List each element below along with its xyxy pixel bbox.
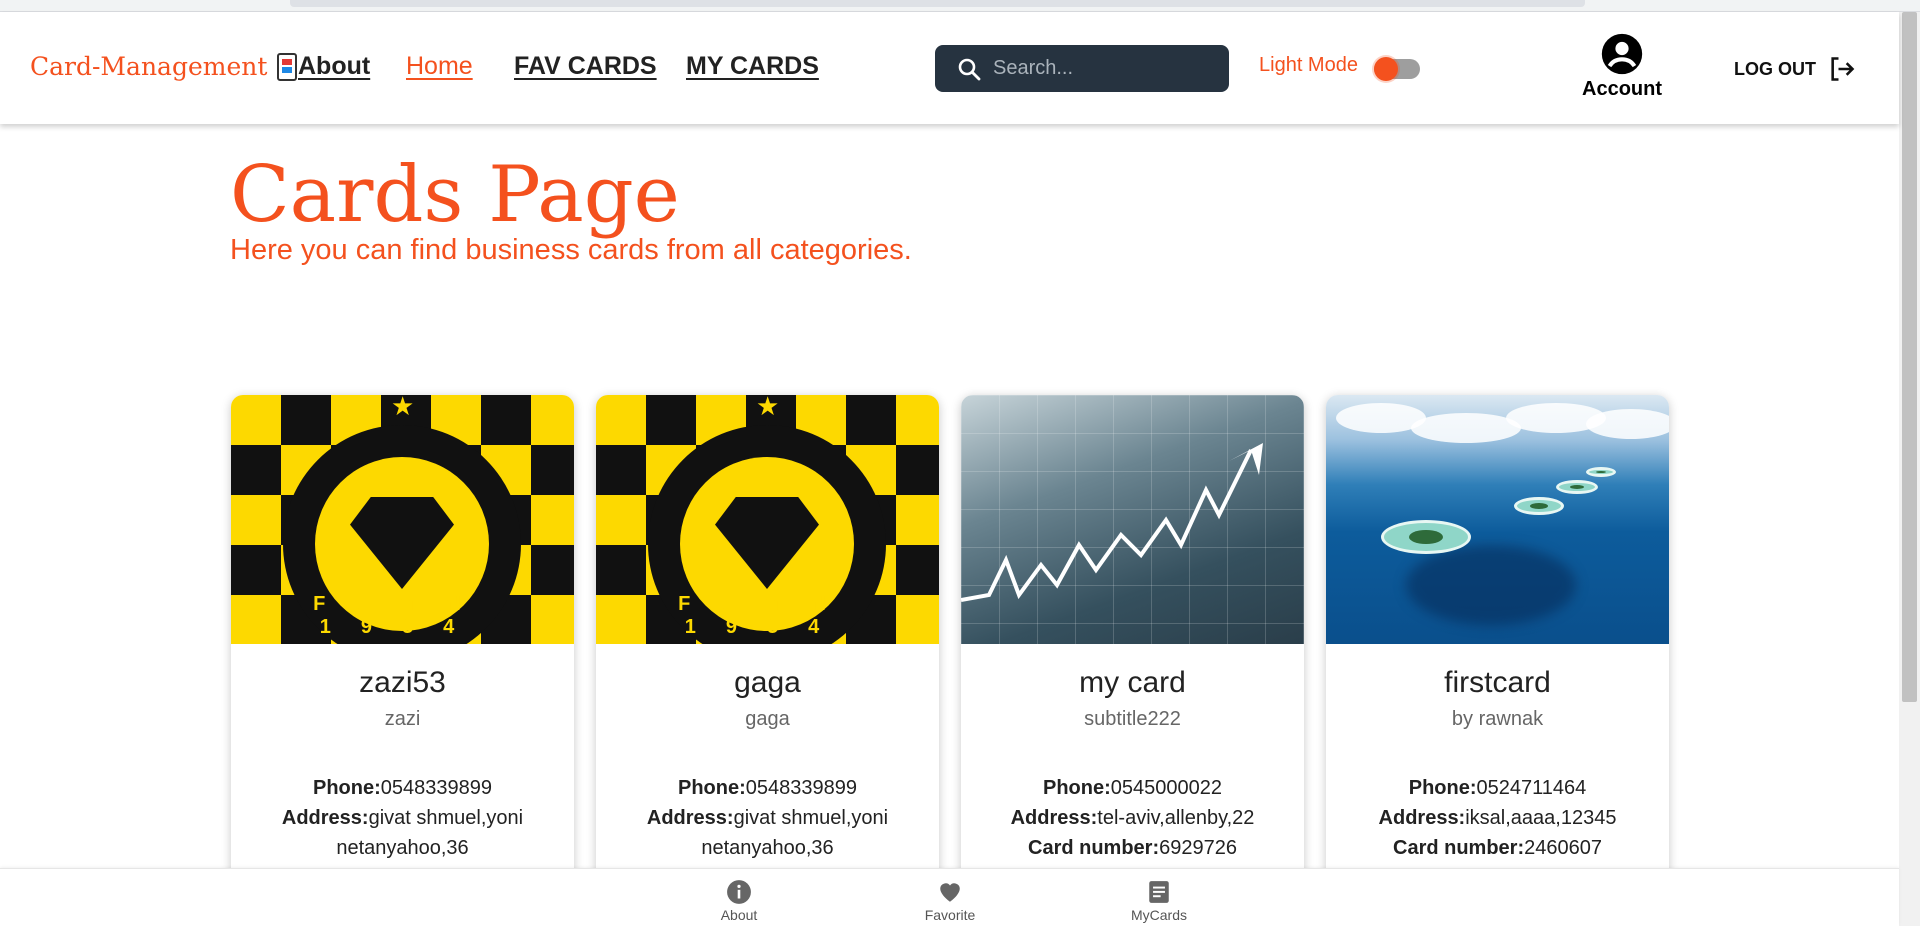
card-phone: 0524711464 [1476, 777, 1587, 799]
page-title: Cards Page [230, 150, 680, 240]
card-subtitle: by rawnak [1451, 708, 1544, 730]
phone-label: Phone: [1408, 777, 1477, 799]
page-subtitle: Here you can find business cards from al… [230, 234, 912, 266]
nav-link-my-cards[interactable]: MY CARDS [686, 52, 819, 81]
emblem-text: FCMN 1934 [313, 593, 491, 638]
star-icon: ★ [756, 395, 780, 421]
card-number-label: Card number: [1393, 837, 1525, 859]
search-icon [958, 58, 981, 80]
card-phone: 0545000022 [1110, 777, 1222, 799]
search-bar [935, 45, 1229, 92]
card-title: my card [1079, 666, 1186, 699]
nav-link-fav-cards[interactable]: FAV CARDS [514, 52, 657, 81]
card-phone: 0548339899 [380, 777, 492, 799]
account-label: Account [1582, 78, 1662, 100]
bottom-navigation: About Favorite MyCards [0, 868, 1899, 926]
logout-label: LOG OUT [1734, 58, 1816, 79]
card-subtitle: zazi [384, 708, 421, 730]
nav-link-home[interactable]: Home [406, 52, 473, 81]
diamond-icon [715, 497, 819, 589]
club-emblem: FCMN 1934 [283, 425, 521, 644]
business-card[interactable]: FCMN 1934 ★ gaga gaga Phone:0548339899 A… [596, 395, 939, 915]
card-subtitle: subtitle222 [1084, 708, 1181, 730]
phone-label: Phone: [1042, 777, 1111, 799]
card-number-label: Card number: [1028, 837, 1160, 859]
card-image-tropical-islands [1326, 395, 1669, 644]
brand-logo[interactable]: Card-Management [30, 52, 298, 81]
card-number: 2460607 [1524, 837, 1602, 859]
card-icon [277, 52, 298, 81]
card-info: Phone:0548339899 Address:givat shmuel,yo… [596, 773, 939, 863]
document-icon [1149, 881, 1169, 903]
card-address: iksal,aaaa,12345 [1465, 807, 1617, 829]
bottom-nav-mycards[interactable]: MyCards [1104, 879, 1214, 923]
bottom-nav-label: MyCards [1130, 907, 1187, 923]
trend-arrow-graphic [961, 443, 1263, 602]
address-label: Address: [281, 807, 369, 829]
star-icon: ★ [391, 395, 415, 421]
card-info: Phone:0524711464 Address:iksal,aaaa,1234… [1326, 773, 1669, 863]
card-title: zazi53 [359, 666, 446, 699]
heart-icon [940, 883, 960, 902]
logout-icon [1831, 57, 1855, 81]
browser-tab-bar [290, 0, 1585, 7]
light-mode-label: Light Mode [1259, 54, 1358, 76]
bottom-nav-about[interactable]: About [684, 879, 794, 923]
light-mode-toggle[interactable] [1374, 57, 1420, 81]
address-label: Address: [1010, 807, 1098, 829]
bottom-nav-favorite[interactable]: Favorite [895, 879, 1005, 923]
phone-label: Phone: [312, 777, 381, 799]
card-title: firstcard [1444, 666, 1551, 699]
info-icon [727, 880, 751, 904]
phone-label: Phone: [677, 777, 746, 799]
diamond-icon [350, 497, 454, 589]
bottom-nav-label: About [720, 907, 758, 923]
address-label: Address: [646, 807, 734, 829]
top-navbar: Card-Management About Home FAV CARDS MY … [0, 12, 1899, 124]
nav-link-about[interactable]: About [298, 52, 370, 81]
bottom-nav-label: Favorite [924, 907, 976, 923]
search-input[interactable] [993, 57, 1213, 80]
address-label: Address: [1378, 807, 1466, 829]
card-subtitle: gaga [745, 708, 790, 730]
browser-top-strip [0, 0, 1920, 12]
card-image-maccabi-logo: FCMN 1934 ★ [231, 395, 574, 644]
account-circle-icon [1601, 33, 1643, 75]
brand-name: Card-Management [30, 52, 268, 81]
card-title: gaga [734, 666, 801, 699]
club-emblem: FCMN 1934 [648, 425, 886, 644]
sun-icon [1374, 57, 1398, 81]
emblem-text: FCMN 1934 [678, 593, 856, 638]
business-card[interactable]: FCMN 1934 ★ zazi53 zazi Phone:0548339899… [231, 395, 574, 915]
card-image-maccabi-logo: FCMN 1934 ★ [596, 395, 939, 644]
business-card[interactable]: firstcard by rawnak Phone:0524711464 Add… [1326, 395, 1669, 915]
card-phone: 0548339899 [745, 777, 857, 799]
account-button[interactable]: Account [1577, 32, 1667, 101]
scrollbar-thumb[interactable] [1902, 12, 1917, 702]
card-number: 6929726 [1159, 837, 1237, 859]
card-image-business-chart [961, 395, 1304, 644]
business-card[interactable]: my card subtitle222 Phone:0545000022 Add… [961, 395, 1304, 915]
card-info: Phone:0545000022 Address:tel-aviv,allenb… [961, 773, 1304, 863]
page-header: Cards Page Here you can find business ca… [230, 150, 912, 267]
card-info: Phone:0548339899 Address:givat shmuel,yo… [231, 773, 574, 863]
card-address: tel-aviv,allenby,22 [1097, 807, 1255, 829]
logout-button[interactable]: LOG OUT [1734, 55, 1856, 83]
